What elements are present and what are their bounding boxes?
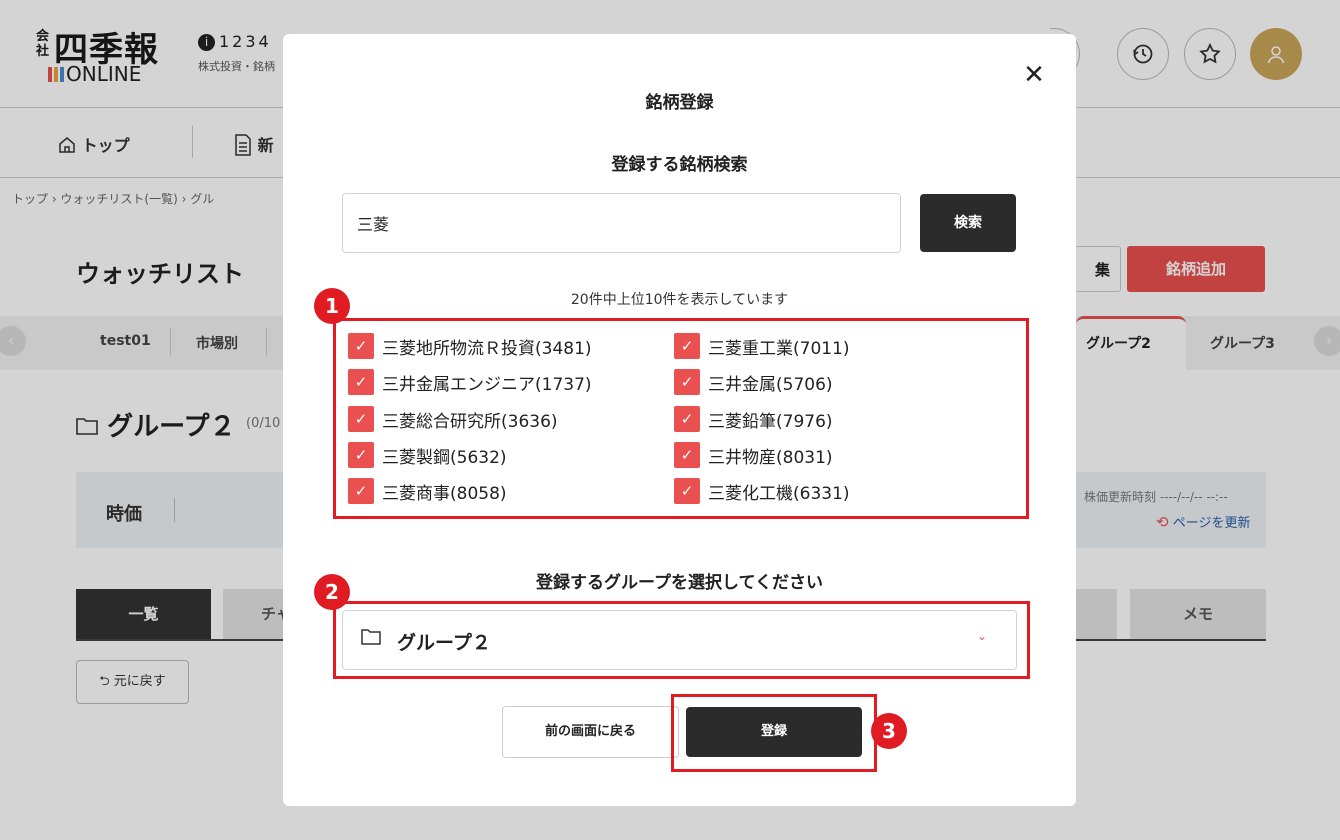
search-button[interactable]: 検索	[920, 194, 1016, 252]
group-heading: 登録するグループを選択してください	[536, 573, 823, 593]
modal-title: 銘柄登録	[645, 93, 714, 113]
checkbox-checked[interactable]: ✓	[674, 369, 700, 395]
result-item[interactable]: ✓ 三井物産(8031)	[674, 442, 833, 468]
checkbox-checked[interactable]: ✓	[674, 406, 700, 432]
checkbox-checked[interactable]: ✓	[348, 369, 374, 395]
checkbox-checked[interactable]: ✓	[348, 442, 374, 468]
highlight-group	[333, 601, 1030, 679]
result-item[interactable]: ✓ 三菱地所物流Ｒ投資(3481)	[348, 333, 592, 359]
register-modal: ✕ 銘柄登録 登録する銘柄検索 検索 20件中上位10件を表示しています ✓三菱…	[283, 34, 1076, 806]
result-item[interactable]: ✓ 三井金属エンジニア(1737)	[348, 369, 592, 395]
result-item[interactable]: ✓ 三菱化工機(6331)	[674, 478, 850, 504]
result-item[interactable]: ✓ 三菱鉛筆(7976)	[674, 406, 833, 432]
close-icon[interactable]: ✕	[1019, 60, 1049, 90]
checkbox-checked[interactable]: ✓	[348, 478, 374, 504]
highlight-register	[671, 694, 877, 772]
checkbox-checked[interactable]: ✓	[674, 478, 700, 504]
step-badge-1: 1	[314, 288, 350, 324]
step-badge-3: 3	[871, 713, 907, 749]
back-button[interactable]: 前の画面に戻る	[502, 706, 679, 758]
checkbox-checked[interactable]: ✓	[348, 333, 374, 359]
checkbox-checked[interactable]: ✓	[674, 442, 700, 468]
result-item[interactable]: ✓ 三菱重工業(7011)	[674, 333, 850, 359]
search-heading: 登録する銘柄検索	[611, 155, 748, 175]
search-input[interactable]	[342, 193, 901, 253]
checkbox-checked[interactable]: ✓	[674, 333, 700, 359]
result-item[interactable]: ✓ 三菱総合研究所(3636)	[348, 406, 558, 432]
checkbox-checked[interactable]: ✓	[348, 406, 374, 432]
result-item[interactable]: ✓ 三井金属(5706)	[674, 369, 833, 395]
result-item[interactable]: ✓ 三菱製鋼(5632)	[348, 442, 507, 468]
result-item[interactable]: ✓ 三菱商事(8058)	[348, 478, 507, 504]
result-note: 20件中上位10件を表示しています	[570, 292, 789, 308]
step-badge-2: 2	[314, 574, 350, 610]
